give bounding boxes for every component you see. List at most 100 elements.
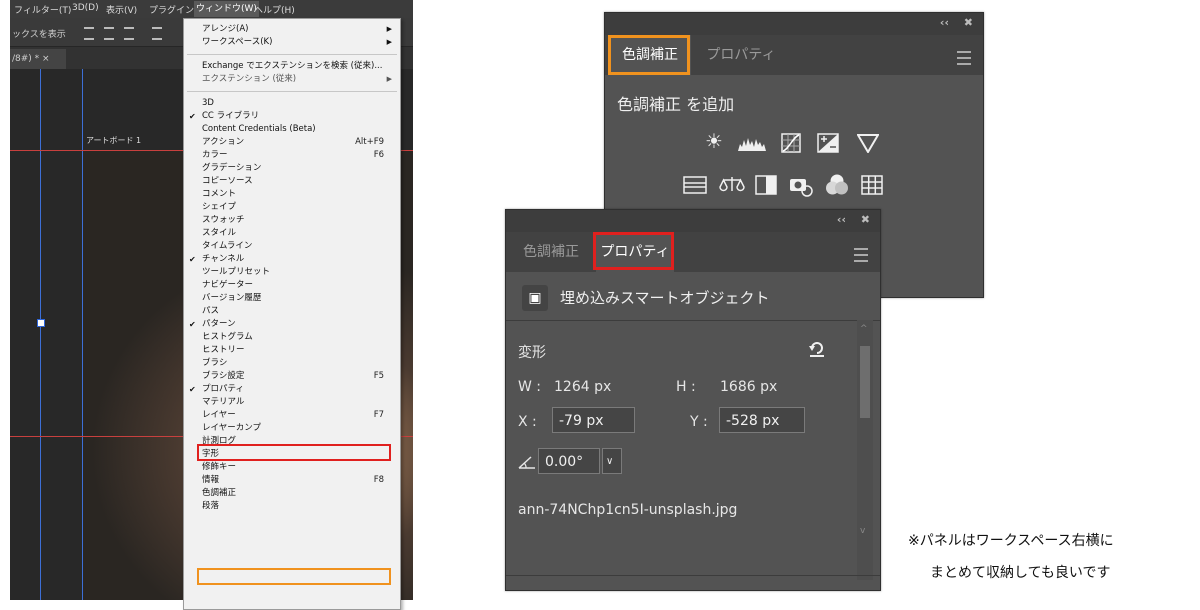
window-menu-item[interactable]: ✔ パターン [184, 318, 400, 331]
align-center-icon[interactable] [104, 27, 114, 40]
reset-transform-icon[interactable] [808, 340, 826, 358]
height-value[interactable]: 1686 px [720, 379, 777, 395]
guide-vertical[interactable] [40, 69, 41, 600]
angle-field[interactable]: 0.00° [538, 448, 600, 474]
exposure-icon[interactable] [817, 133, 839, 153]
window-menu-item[interactable]: ブラシ設定 F5 [184, 370, 400, 383]
window-menu-item[interactable]: ✔ CC ライブラリ [184, 110, 400, 123]
menu-bar: フィルター(T) 3D(D) 表示(V) プラグイン ウィンドウ(W) ヘルプ(… [10, 0, 413, 18]
window-menu-item-label: パターン [202, 319, 236, 329]
window-menu-item[interactable]: 3D [184, 97, 400, 110]
black-white-icon[interactable] [755, 175, 777, 195]
window-menu-item-label: ヒストグラム [202, 332, 253, 342]
close-icon[interactable]: ✖ [861, 213, 870, 226]
window-menu-item[interactable]: アレンジ(A) ▶ [184, 23, 400, 36]
collapse-icon[interactable]: ‹‹ [837, 213, 846, 226]
properties-panel: ‹‹ ✖ 色調補正 プロパティ ▣ 埋め込みスマートオブジェクト 変形 W : … [505, 209, 881, 591]
window-menu-item[interactable]: 段落 [184, 500, 400, 513]
highlight-adjustments-tab [608, 35, 690, 75]
window-menu-item[interactable]: Content Credentials (Beta) [184, 123, 400, 136]
panel-header: ‹‹ ✖ [506, 210, 880, 232]
window-menu-item[interactable]: 修飾キー [184, 461, 400, 474]
window-menu-item-label: 情報 [202, 475, 220, 485]
scroll-down-icon[interactable]: v [860, 526, 865, 536]
width-value[interactable]: 1264 px [554, 379, 611, 395]
window-menu-item[interactable]: ツールプリセット [184, 266, 400, 279]
scrollbar[interactable]: ^ v [857, 320, 873, 580]
color-lookup-icon[interactable] [861, 175, 883, 195]
vibrance-icon[interactable] [856, 133, 880, 154]
window-menu-item[interactable]: マテリアル [184, 396, 400, 409]
window-menu-item[interactable]: シェイプ [184, 201, 400, 214]
artboard-label[interactable]: アートボード 1 [86, 135, 141, 146]
document-tab[interactable]: /8#) * × [10, 49, 66, 69]
window-menu-item-label: バージョン履歴 [202, 293, 262, 303]
window-menu-item[interactable]: タイムライン [184, 240, 400, 253]
menu-plugins[interactable]: プラグイン [149, 3, 194, 16]
window-menu-item[interactable]: ✔ プロパティ [184, 383, 400, 396]
angle-dropdown-chevron-icon[interactable]: ∨ [602, 448, 622, 474]
guide-vertical[interactable] [82, 69, 83, 600]
color-balance-icon[interactable] [719, 175, 745, 195]
photo-filter-icon[interactable] [789, 175, 813, 197]
tab-adjustments[interactable]: 色調補正 [510, 232, 592, 272]
window-menu-item[interactable]: ヒストリー [184, 344, 400, 357]
window-menu-item-label: ワークスペース(K) [202, 37, 273, 47]
window-menu-item[interactable]: ブラシ [184, 357, 400, 370]
selection-handle[interactable] [37, 319, 45, 327]
window-menu-item[interactable]: エクステンション (従来) ▶ [184, 73, 400, 86]
levels-icon[interactable] [737, 133, 767, 151]
y-label: Y : [690, 414, 708, 430]
window-menu-item[interactable]: ナビゲーター [184, 279, 400, 292]
curves-icon[interactable] [781, 133, 801, 153]
window-menu-item[interactable]: 情報 F8 [184, 474, 400, 487]
panel-menu-icon[interactable] [854, 248, 868, 262]
window-menu-item[interactable]: コメント [184, 188, 400, 201]
window-menu-item[interactable]: ヒストグラム [184, 331, 400, 344]
window-menu-item[interactable]: グラデーション [184, 162, 400, 175]
collapse-icon[interactable]: ‹‹ [940, 16, 949, 29]
window-menu-item[interactable]: レイヤー F7 [184, 409, 400, 422]
window-menu-item-label: ブラシ [202, 358, 228, 368]
window-menu-item-label: レイヤーカンプ [202, 423, 261, 433]
window-menu-item[interactable]: ワークスペース(K) ▶ [184, 36, 400, 49]
brightness-contrast-icon[interactable]: ☀ [705, 129, 723, 153]
panel-tabs: 色調補正 プロパティ [506, 232, 880, 272]
window-menu-item[interactable]: レイヤーカンプ [184, 422, 400, 435]
scroll-thumb[interactable] [860, 346, 870, 418]
window-menu-item[interactable]: カラー F6 [184, 149, 400, 162]
window-menu-item[interactable]: アクション Alt+F9 [184, 136, 400, 149]
window-menu-item-label: チャンネル [202, 254, 245, 264]
menu-view[interactable]: 表示(V) [106, 3, 137, 16]
x-position-field[interactable]: -79 px [552, 407, 635, 433]
align-top-icon[interactable] [152, 27, 162, 40]
tab-properties[interactable]: プロパティ [695, 35, 787, 75]
menu-3d[interactable]: 3D(D) [72, 3, 99, 13]
shortcut-label: F5 [373, 371, 384, 381]
window-menu-item[interactable]: スウォッチ [184, 214, 400, 227]
window-menu-dropdown: アレンジ(A) ▶ ワークスペース(K) ▶ Exchange でエクステンションを検索… [183, 18, 401, 610]
checkmark-icon: ✔ [189, 385, 196, 394]
hue-saturation-icon[interactable] [683, 175, 707, 195]
panel-menu-icon[interactable] [957, 51, 971, 65]
window-menu-item-label: カラー [202, 150, 228, 160]
y-position-field[interactable]: -528 px [719, 407, 805, 433]
show-transform-controls-label[interactable]: ックスを表示 [12, 27, 66, 40]
window-menu-item[interactable]: スタイル [184, 227, 400, 240]
window-menu-item-label: マテリアル [202, 397, 245, 407]
window-menu-item-label: ナビゲーター [202, 280, 254, 290]
menu-filter[interactable]: フィルター(T) [14, 3, 71, 16]
channel-mixer-icon[interactable] [825, 173, 849, 197]
align-right-icon[interactable] [124, 27, 134, 40]
align-left-icon[interactable] [84, 27, 94, 40]
window-menu-item[interactable]: パス [184, 305, 400, 318]
menu-window[interactable]: ウィンドウ(W) [194, 1, 259, 17]
window-menu-item[interactable]: バージョン履歴 [184, 292, 400, 305]
window-menu-item[interactable]: ✔ チャンネル [184, 253, 400, 266]
window-menu-item[interactable]: Exchange でエクステンションを検索 (従来)... [184, 60, 400, 73]
close-icon[interactable]: ✖ [964, 16, 973, 29]
menu-help[interactable]: ヘルプ(H) [254, 3, 295, 16]
window-menu-item[interactable]: コピーソース [184, 175, 400, 188]
scroll-up-icon[interactable]: ^ [860, 324, 868, 334]
window-menu-item[interactable]: 色調補正 [184, 487, 400, 500]
